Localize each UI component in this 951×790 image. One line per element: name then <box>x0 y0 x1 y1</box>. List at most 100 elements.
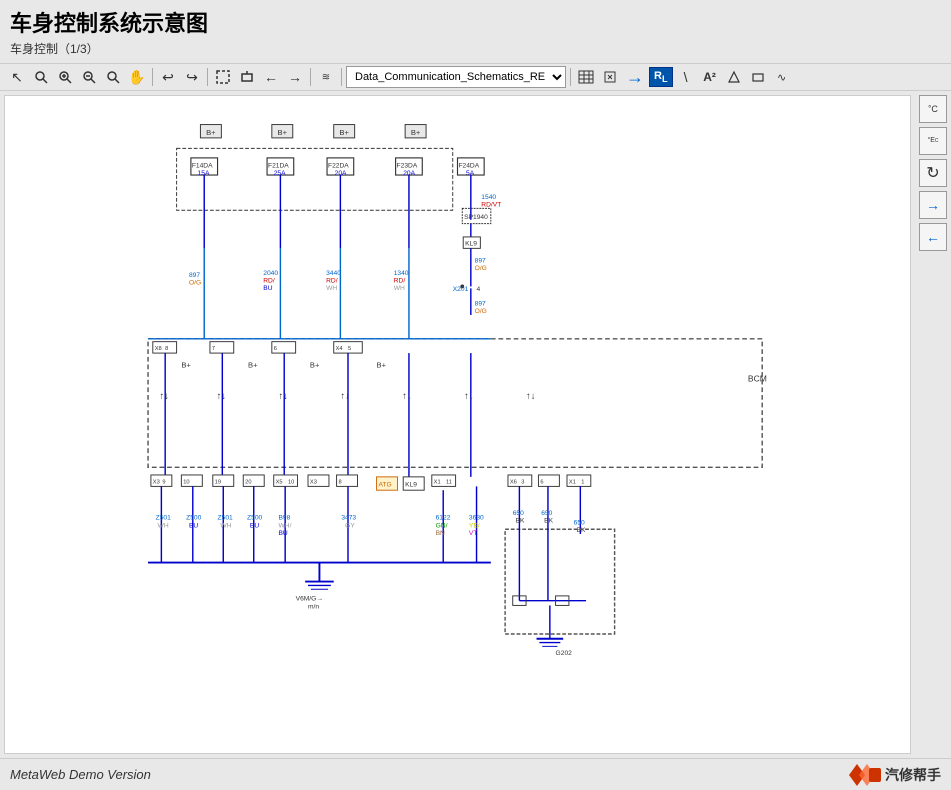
svg-text:897: 897 <box>475 300 486 307</box>
sep1 <box>152 68 153 86</box>
svg-text:G202: G202 <box>556 650 573 657</box>
svg-text:RD/: RD/ <box>263 278 275 285</box>
svg-text:897: 897 <box>475 258 486 265</box>
svg-text:BK: BK <box>577 527 586 534</box>
svg-text:3440: 3440 <box>326 270 341 277</box>
svg-text:↑↓: ↑↓ <box>159 391 169 402</box>
svg-text:Z500: Z500 <box>247 515 262 522</box>
sep2 <box>207 68 208 86</box>
svg-text:X4: X4 <box>336 346 343 352</box>
ec-btn[interactable]: °EC <box>919 127 947 155</box>
svg-text:VT: VT <box>469 530 478 537</box>
text-btn[interactable]: A² <box>699 66 721 88</box>
export-btn[interactable] <box>599 66 621 88</box>
fit-btn[interactable] <box>212 66 234 88</box>
svg-text:Z500: Z500 <box>186 515 201 522</box>
svg-text:7: 7 <box>212 346 215 352</box>
svg-text:1: 1 <box>581 480 584 486</box>
svg-text:B+: B+ <box>206 128 216 137</box>
svg-text:X5: X5 <box>276 480 283 486</box>
schematic-diagram: B+ B+ B+ B+ F14DA 15A F21DA <box>5 96 910 753</box>
svg-text:X1: X1 <box>569 480 576 486</box>
shape-btn[interactable] <box>723 66 745 88</box>
svg-text:BN: BN <box>436 530 445 537</box>
svg-text:BU: BU <box>250 522 259 529</box>
brand-logo-icon <box>849 764 881 786</box>
right-arrow-btn[interactable]: → <box>919 191 947 219</box>
svg-text:F21DA: F21DA <box>268 162 289 169</box>
app-container: 车身控制系统示意图 车身控制（1/3） ↖ ✋ ↩ ↪ ← → ≋ <box>0 0 951 790</box>
cursor-btn[interactable]: ↖ <box>6 66 28 88</box>
svg-text:20: 20 <box>245 480 251 486</box>
zoom-out-btn[interactable] <box>78 66 100 88</box>
svg-text:650: 650 <box>513 510 524 517</box>
svg-text:↑↓: ↑↓ <box>340 391 350 402</box>
svg-text:BU: BU <box>189 522 198 529</box>
svg-text:KL9: KL9 <box>405 481 417 488</box>
rect-btn[interactable] <box>747 66 769 88</box>
schematic-dropdown[interactable]: Data_Communication_Schematics_REF <box>346 66 566 88</box>
svg-text:1340: 1340 <box>394 270 409 277</box>
svg-text:F23DA: F23DA <box>397 162 418 169</box>
svg-text:F24DA: F24DA <box>458 162 479 169</box>
svg-text:BU: BU <box>263 285 272 292</box>
svg-text:3630: 3630 <box>469 515 484 522</box>
undo-btn[interactable]: ↩ <box>157 66 179 88</box>
svg-text:B+: B+ <box>278 128 288 137</box>
svg-text:WH/: WH/ <box>278 522 291 529</box>
svg-text:KL9: KL9 <box>465 240 477 247</box>
redo-btn[interactable]: ↪ <box>181 66 203 88</box>
arrow-right-toolbar[interactable]: → <box>623 66 647 88</box>
svg-text:X3: X3 <box>153 480 160 486</box>
brand-name: 汽修帮手 <box>885 765 941 785</box>
search-btn[interactable] <box>102 66 124 88</box>
svg-text:BK: BK <box>544 518 553 525</box>
svg-text:↑↓: ↑↓ <box>526 391 536 402</box>
svg-text:3: 3 <box>521 480 524 486</box>
svg-text:O/G: O/G <box>475 308 487 315</box>
subtitle: 车身控制（1/3） <box>10 40 941 57</box>
pan-btn[interactable]: ✋ <box>126 66 148 88</box>
svg-text:↑↓: ↑↓ <box>278 391 288 402</box>
svg-text:↑↓: ↑↓ <box>464 391 474 402</box>
svg-text:ATG: ATG <box>378 481 391 488</box>
zoom-area-btn[interactable] <box>30 66 52 88</box>
nav-next-btn[interactable]: → <box>284 66 306 88</box>
svg-text:4: 4 <box>477 286 481 293</box>
svg-text:↑↓: ↑↓ <box>217 391 227 402</box>
title-bar: 车身控制系统示意图 车身控制（1/3） <box>0 0 951 63</box>
main-title: 车身控制系统示意图 <box>10 6 941 38</box>
svg-text:8: 8 <box>338 480 341 486</box>
svg-text:B+: B+ <box>339 128 349 137</box>
line-btn[interactable]: \ <box>675 66 697 88</box>
svg-text:X201: X201 <box>453 286 469 293</box>
svg-text:X3: X3 <box>310 480 317 486</box>
svg-text:GY: GY <box>345 522 355 529</box>
zoom-window-btn[interactable] <box>236 66 258 88</box>
svg-text:5: 5 <box>348 346 351 352</box>
celsius-btn[interactable]: °C <box>919 95 947 123</box>
svg-text:6122: 6122 <box>436 515 451 522</box>
left-arrow-btn[interactable]: ← <box>919 223 947 251</box>
svg-text:897: 897 <box>189 272 200 279</box>
svg-text:B+: B+ <box>310 360 320 369</box>
zoom-in-btn[interactable] <box>54 66 76 88</box>
svg-text:RD/: RD/ <box>394 278 406 285</box>
svg-text:m/n: m/n <box>308 603 319 610</box>
rl-button[interactable]: RL <box>649 67 673 87</box>
svg-text:O/G: O/G <box>475 265 487 272</box>
main-canvas[interactable]: B+ B+ B+ B+ F14DA 15A F21DA <box>4 95 911 754</box>
svg-text:6: 6 <box>540 480 543 486</box>
table-btn[interactable] <box>575 66 597 88</box>
svg-text:1540: 1540 <box>481 194 496 201</box>
signal-btn[interactable]: ≋ <box>315 66 337 88</box>
svg-text:B98: B98 <box>278 515 290 522</box>
wave-btn[interactable]: ∿ <box>771 66 793 88</box>
svg-text:B+: B+ <box>377 360 387 369</box>
rotate-btn[interactable]: ↻ <box>919 159 947 187</box>
nav-prev-btn[interactable]: ← <box>260 66 282 88</box>
svg-text:X1: X1 <box>434 480 441 486</box>
svg-text:BU: BU <box>278 530 287 537</box>
svg-text:6: 6 <box>274 346 277 352</box>
svg-text:8: 8 <box>165 346 168 352</box>
